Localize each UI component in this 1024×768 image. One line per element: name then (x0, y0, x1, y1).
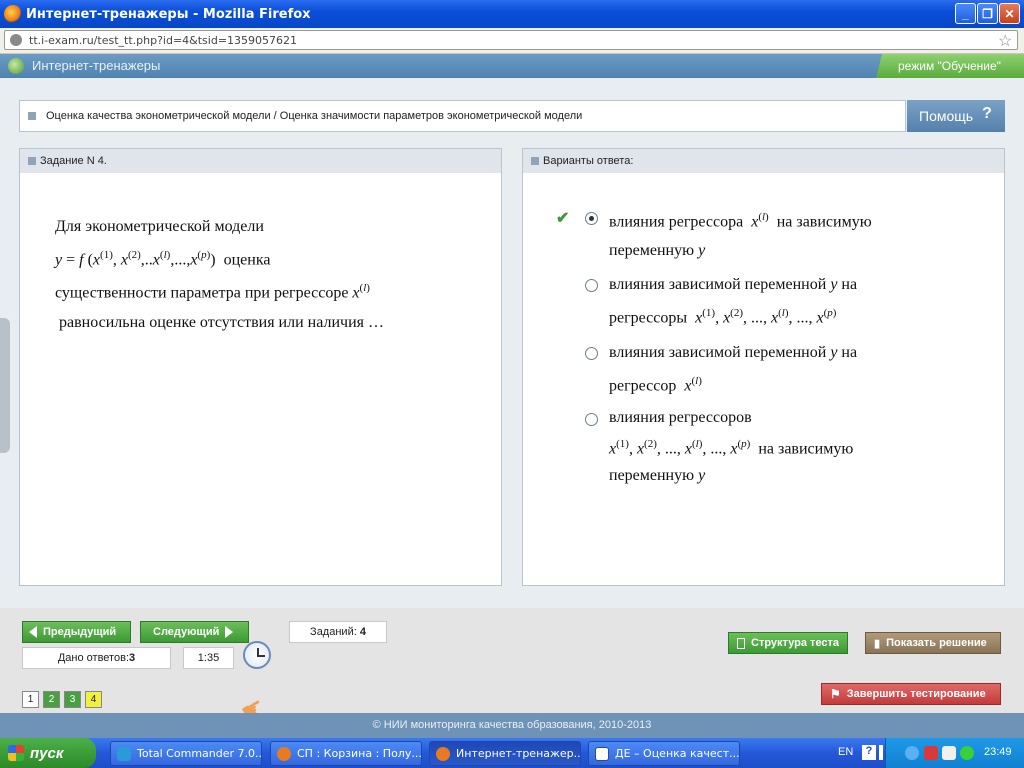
taskbar-item-word-doc[interactable]: ДЕ – Оценка качест... (588, 741, 740, 766)
tasks-count-box: Заданий: 4 (289, 621, 387, 643)
finish-test-button[interactable]: ⚑ Завершить тестирование (821, 683, 1001, 705)
window-title: Интернет-тренажеры - Mozilla Firefox (26, 6, 311, 22)
correct-checkmark-icon: ✔ (556, 210, 570, 227)
arrow-right-icon (225, 626, 234, 638)
app-logo-icon (8, 58, 24, 74)
firefox-icon (4, 5, 22, 23)
question-line-2-tail: оценка (223, 251, 271, 269)
close-button[interactable]: ✕ (999, 3, 1020, 24)
question-text: Для эконометрической модели y = f (x(1),… (55, 212, 475, 337)
arrow-left-icon (29, 626, 37, 638)
url-field[interactable]: tt.i-exam.ru/test_tt.php?id=4&tsid=13590… (4, 30, 1018, 50)
page-link-1[interactable]: 1 (22, 691, 39, 708)
language-indicator[interactable]: EN (838, 746, 853, 758)
taskbar-item-firefox-trainer[interactable]: Интернет-тренажер... (429, 741, 581, 766)
antivirus-icon[interactable] (924, 746, 938, 760)
firefox-icon (277, 746, 291, 761)
page-link-3[interactable]: 3 (64, 691, 81, 708)
show-solution-button[interactable]: ▮ Показать решение (865, 632, 1001, 654)
maximize-button[interactable]: ❐ (977, 3, 998, 24)
answered-count-box: Дано ответов: 3 (22, 647, 171, 669)
mode-badge: режим "Обучение" (876, 54, 1024, 78)
question-line-3: существенности параметра при регрессоре … (55, 282, 370, 302)
timer-display: 1:35 (183, 647, 234, 669)
answers-title: Варианты ответа: (543, 155, 634, 167)
clock-icon (243, 641, 271, 669)
question-line-4: равносильна оценке отсутствия или наличи… (59, 313, 384, 331)
answer-option-3-radio[interactable] (585, 347, 598, 360)
answers-header-bullet-icon (531, 157, 539, 165)
help-question-icon[interactable]: ? (977, 105, 997, 125)
tray-expand-icon[interactable] (905, 746, 919, 760)
side-panel-toggle[interactable] (0, 318, 10, 453)
previous-button[interactable]: Предыдущий (22, 621, 131, 643)
clock-time[interactable]: 23:49 (984, 746, 1012, 758)
question-line-1: Для эконометрической модели (55, 218, 264, 235)
answer-option-1[interactable]: влияния регрессора x(l) на зависимую пер… (609, 203, 959, 265)
copyright-footer: © НИИ мониторинга качества образования, … (0, 713, 1024, 738)
answer-option-1-radio[interactable] (585, 212, 598, 225)
bookmark-star-icon[interactable]: ☆ (998, 31, 1012, 51)
taskbar-item-firefox-sp[interactable]: СП : Корзина : Полу... (270, 741, 422, 766)
test-structure-button[interactable]: Структура теста (728, 632, 848, 654)
task-panel-header: Задание N 4. (20, 149, 501, 173)
next-button[interactable]: Следующий (140, 621, 249, 643)
answer-option-3[interactable]: влияния зависимой переменной y на регрес… (609, 338, 959, 400)
word-icon (595, 746, 609, 761)
answer-option-4[interactable]: влияния регрессоров x(1), x(2), ..., x(l… (609, 404, 989, 489)
page-link-4[interactable]: 4 (85, 691, 102, 708)
total-commander-icon (117, 746, 131, 761)
topic-breadcrumb: Оценка качества эконометрической модели … (19, 100, 906, 132)
wifi-icon[interactable] (960, 746, 974, 760)
list-icon (737, 637, 745, 649)
help-tray-icon[interactable]: ? (862, 745, 876, 760)
answer-option-2-radio[interactable] (585, 279, 598, 292)
app-title: Интернет-тренажеры (32, 58, 161, 73)
answer-option-2[interactable]: влияния зависимой переменной y на регрес… (609, 270, 959, 332)
site-identity-icon[interactable] (10, 34, 22, 46)
question-formula: y = f (x(1), x(2),..x(l),...,x(p)) оценк… (55, 249, 271, 269)
runner-icon: ⚑ (830, 687, 841, 701)
windows-logo-icon (8, 745, 24, 761)
minimize-button[interactable]: _ (955, 3, 976, 24)
tray-separator (879, 745, 883, 760)
firefox-icon (436, 746, 450, 761)
task-header-bullet-icon (28, 157, 36, 165)
taskbar-item-total-commander[interactable]: Total Commander 7.0... (110, 741, 262, 766)
answer-option-4-radio[interactable] (585, 413, 598, 426)
page-link-2[interactable]: 2 (43, 691, 60, 708)
answers-panel-header: Варианты ответа: (523, 149, 1004, 173)
window-title-bar[interactable]: Интернет-тренажеры - Mozilla Firefox (0, 0, 1024, 28)
task-number: Задание N 4. (40, 155, 107, 167)
book-icon: ▮ (874, 637, 881, 650)
topic-bullet-icon (28, 112, 36, 120)
network-icon[interactable] (942, 746, 956, 760)
